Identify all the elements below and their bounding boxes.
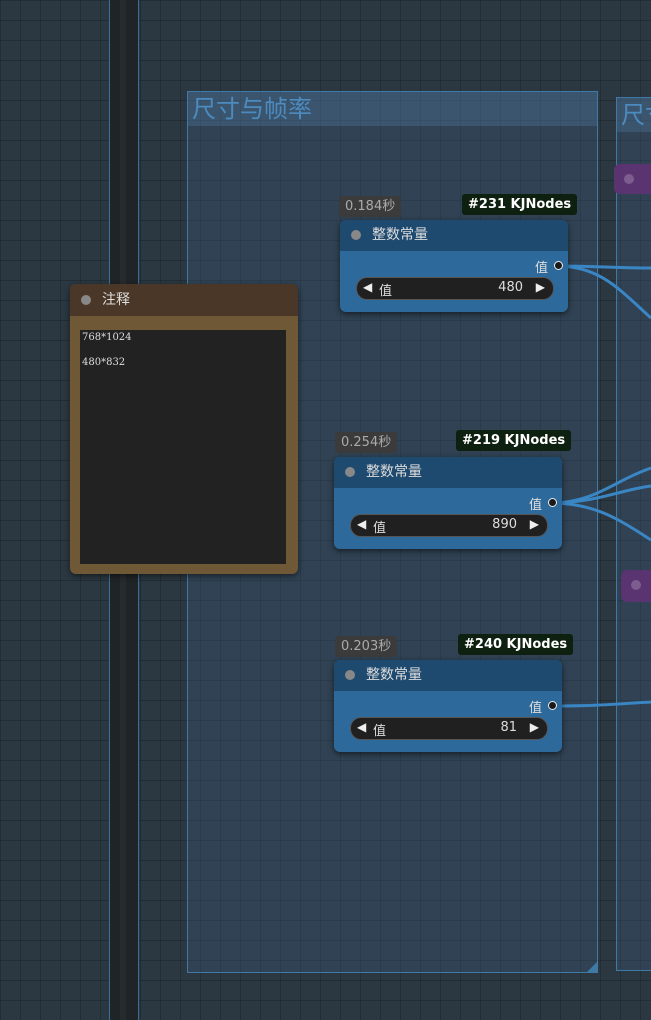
status-dot-icon <box>81 295 91 305</box>
output-label: 值 <box>528 498 542 513</box>
stepper-value[interactable]: 81 <box>500 720 517 735</box>
value-stepper[interactable]: ◀ 值 480 ▶ <box>356 277 554 300</box>
node-id-badge: #231 KJNodes <box>462 194 578 215</box>
stepper-value[interactable]: 890 <box>492 517 517 532</box>
stepper-value[interactable]: 480 <box>498 280 523 295</box>
output-port-icon[interactable] <box>554 261 563 270</box>
output-port-icon[interactable] <box>548 498 557 507</box>
node-id-badge: #219 KJNodes <box>456 430 572 451</box>
value-stepper[interactable]: ◀ 值 890 ▶ <box>350 514 548 537</box>
note-line: 768*1024 <box>82 332 132 343</box>
output-port-icon[interactable] <box>548 701 557 710</box>
link-240-a <box>550 700 651 708</box>
output-label: 值 <box>528 701 542 716</box>
increment-arrow-icon[interactable]: ▶ <box>530 517 539 531</box>
stepper-label: 值 <box>373 521 387 536</box>
stepper-label: 值 <box>373 724 387 739</box>
node-header[interactable]: 整数常量 <box>340 220 568 251</box>
node-id-badge: #240 KJNodes <box>458 634 574 655</box>
int-constant-node-240[interactable]: 整数常量 值 ◀ 值 81 ▶ <box>334 660 562 752</box>
link-219-c <box>550 501 651 542</box>
increment-arrow-icon[interactable]: ▶ <box>536 280 545 294</box>
increment-arrow-icon[interactable]: ▶ <box>530 720 539 734</box>
stepper-label: 值 <box>379 284 393 299</box>
decrement-arrow-icon[interactable]: ◀ <box>363 280 372 294</box>
execution-time-badge: 0.254秒 <box>335 432 398 453</box>
status-dot-icon <box>345 467 355 477</box>
note-text-area[interactable]: 768*1024 480*832 <box>80 330 286 564</box>
node-title: 整数常量 <box>366 464 422 480</box>
note-line: 480*832 <box>82 357 126 368</box>
execution-time-badge: 0.203秒 <box>335 636 398 657</box>
link-219-b <box>550 484 651 505</box>
value-stepper[interactable]: ◀ 值 81 ▶ <box>350 717 548 740</box>
node-title: 整数常量 <box>366 667 422 683</box>
status-dot-icon <box>345 670 355 680</box>
output-label: 值 <box>534 261 548 276</box>
node-title: 整数常量 <box>372 227 428 243</box>
execution-time-badge: 0.184秒 <box>339 196 402 217</box>
note-node[interactable]: 注释 768*1024 480*832 <box>70 284 298 574</box>
decrement-arrow-icon[interactable]: ◀ <box>357 720 366 734</box>
node-header[interactable]: 整数常量 <box>334 457 562 488</box>
status-dot-icon <box>351 230 361 240</box>
int-constant-node-219[interactable]: 整数常量 值 ◀ 值 890 ▶ <box>334 457 562 549</box>
link-231-b <box>556 264 651 320</box>
decrement-arrow-icon[interactable]: ◀ <box>357 517 366 531</box>
note-title: 注释 <box>102 292 130 308</box>
int-constant-node-231[interactable]: 整数常量 值 ◀ 值 480 ▶ <box>340 220 568 312</box>
node-header[interactable]: 整数常量 <box>334 660 562 691</box>
note-header[interactable]: 注释 <box>70 284 298 316</box>
